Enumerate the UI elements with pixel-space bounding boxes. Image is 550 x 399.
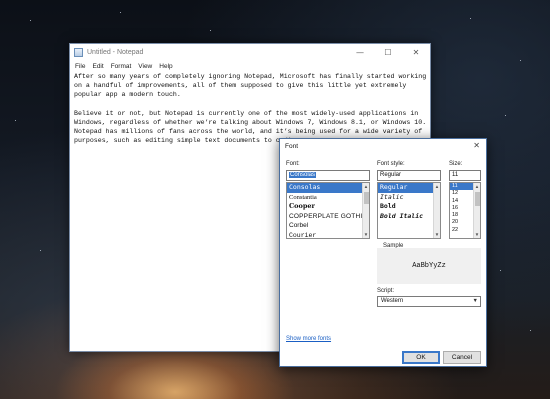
notepad-app-icon bbox=[74, 48, 83, 57]
chevron-down-icon: ▼ bbox=[472, 298, 478, 304]
font-name-value: Consolas bbox=[289, 172, 317, 178]
menu-format[interactable]: Format bbox=[111, 63, 132, 70]
menu-bar: File Edit Format View Help bbox=[70, 61, 430, 72]
close-button[interactable]: ✕ bbox=[402, 44, 430, 61]
style-item-regular[interactable]: Regular bbox=[378, 183, 440, 193]
minimize-button[interactable]: — bbox=[346, 44, 374, 61]
font-item-consolas[interactable]: Consolas bbox=[287, 183, 369, 193]
script-label: Script: bbox=[377, 288, 395, 294]
menu-edit[interactable]: Edit bbox=[92, 63, 103, 70]
font-label: Font: bbox=[286, 161, 300, 167]
font-dialog-titlebar[interactable]: Font ✕ bbox=[280, 139, 486, 153]
size-list-scrollbar[interactable]: ▲ ▼ bbox=[473, 183, 480, 238]
font-dialog: Font ✕ Font: Consolas Consolas Constanti… bbox=[279, 138, 487, 367]
window-title: Untitled - Notepad bbox=[87, 49, 144, 56]
notepad-titlebar[interactable]: Untitled - Notepad — ☐ ✕ bbox=[70, 44, 430, 61]
style-list-scrollbar[interactable]: ▲ ▼ bbox=[433, 183, 440, 238]
style-item-italic[interactable]: Italic bbox=[378, 193, 440, 203]
style-label: Font style: bbox=[377, 161, 405, 167]
menu-view[interactable]: View bbox=[138, 63, 152, 70]
font-style-list[interactable]: Regular Italic Bold Bold Italic ▲ ▼ bbox=[377, 182, 441, 239]
script-value: Western bbox=[381, 298, 404, 304]
scroll-thumb[interactable] bbox=[364, 192, 369, 204]
font-item-courier[interactable]: Courier bbox=[287, 231, 369, 239]
scroll-down-icon[interactable]: ▼ bbox=[474, 231, 480, 238]
font-list-scrollbar[interactable]: ▲ ▼ bbox=[362, 183, 369, 238]
close-icon[interactable]: ✕ bbox=[473, 141, 480, 150]
font-item-cooper[interactable]: Cooper bbox=[287, 202, 369, 212]
font-size-list[interactable]: 11 12 14 16 18 20 22 ▲ ▼ bbox=[449, 182, 481, 239]
maximize-button[interactable]: ☐ bbox=[374, 44, 402, 61]
size-label: Size: bbox=[449, 161, 463, 167]
scroll-thumb[interactable] bbox=[475, 192, 480, 206]
style-item-bold[interactable]: Bold bbox=[378, 202, 440, 212]
font-style-input[interactable]: Regular bbox=[377, 170, 441, 181]
sample-preview: AaBbYyZz bbox=[377, 248, 481, 284]
scroll-down-icon[interactable]: ▼ bbox=[434, 231, 440, 238]
font-item-corbel[interactable]: Corbel bbox=[287, 221, 369, 231]
sample-text: AaBbYyZz bbox=[412, 262, 446, 270]
font-size-input[interactable]: 11 bbox=[449, 170, 481, 181]
font-item-constantia[interactable]: Constantia bbox=[287, 193, 369, 203]
font-item-copperplate[interactable]: COPPERPLATE GOTHIC bbox=[287, 212, 369, 222]
font-list[interactable]: Consolas Constantia Cooper COPPERPLATE G… bbox=[286, 182, 370, 239]
font-dialog-title: Font bbox=[285, 142, 299, 150]
menu-file[interactable]: File bbox=[75, 63, 85, 70]
scroll-down-icon[interactable]: ▼ bbox=[363, 231, 369, 238]
cancel-button[interactable]: Cancel bbox=[443, 351, 481, 364]
font-name-input[interactable]: Consolas bbox=[286, 170, 370, 181]
style-item-bold-italic[interactable]: Bold Italic bbox=[378, 212, 440, 222]
scroll-up-icon[interactable]: ▲ bbox=[363, 183, 369, 190]
scroll-up-icon[interactable]: ▲ bbox=[434, 183, 440, 190]
menu-help[interactable]: Help bbox=[159, 63, 172, 70]
show-more-fonts-link[interactable]: Show more fonts bbox=[286, 336, 331, 342]
script-select[interactable]: Western ▼ bbox=[377, 296, 481, 307]
ok-button[interactable]: OK bbox=[402, 351, 440, 364]
scroll-up-icon[interactable]: ▲ bbox=[474, 183, 480, 190]
